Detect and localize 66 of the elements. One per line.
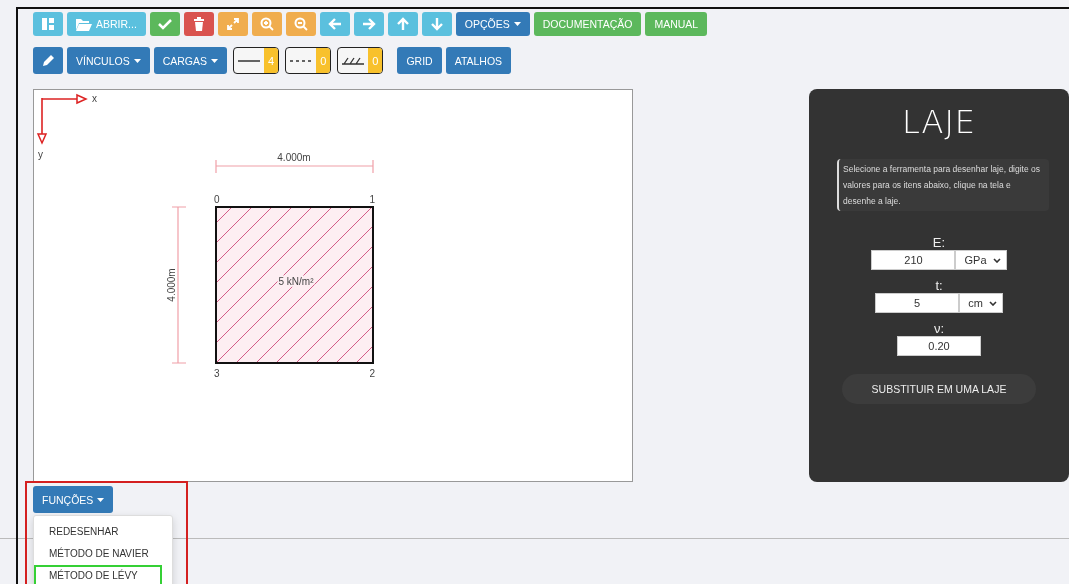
arrow-up-icon xyxy=(395,17,410,31)
expand-button[interactable] xyxy=(217,12,248,36)
dropdown-button[interactable]: CARGAS xyxy=(153,47,228,74)
arrow-left-button[interactable] xyxy=(319,12,350,36)
zoom-in-button[interactable] xyxy=(251,12,282,36)
node-label: 0 xyxy=(214,194,220,205)
arrow-down-button[interactable] xyxy=(421,12,452,36)
unit-select[interactable]: cm xyxy=(959,293,1003,313)
arrow-right-button[interactable] xyxy=(353,12,384,36)
dashed-line-icon xyxy=(290,59,313,62)
caret-icon xyxy=(211,58,219,63)
trash-button[interactable] xyxy=(183,12,214,36)
folder-icon xyxy=(76,17,92,31)
trash-icon xyxy=(191,17,206,31)
toolbar-button[interactable]: GRID xyxy=(397,47,442,74)
value-field[interactable]: 210 xyxy=(871,250,956,270)
count-badge: 0 xyxy=(316,48,331,73)
caret-icon xyxy=(97,497,105,502)
dimension-label: 4.000m xyxy=(277,152,311,163)
slab-drawing[interactable] xyxy=(215,206,374,364)
field-label: ν: xyxy=(933,321,945,336)
chevron-icon xyxy=(992,257,1001,263)
check-icon xyxy=(157,17,172,31)
zoom-out-button[interactable] xyxy=(285,12,316,36)
toolbar-button[interactable]: MANUAL xyxy=(645,12,708,36)
instruction-note: Selecione a ferramenta para desenhar laje, digite os valores para os itens abaixo, clique na tela e desenhe a laje. xyxy=(837,159,1049,211)
pencil-button[interactable] xyxy=(33,47,63,74)
x-axis-arrow xyxy=(41,93,88,105)
dimension-label: 4.000m xyxy=(166,268,177,302)
toolbar-button[interactable]: ATALHOS xyxy=(445,47,512,74)
pencil-icon xyxy=(41,53,55,68)
arrow-up-button[interactable] xyxy=(387,12,418,36)
caret-icon xyxy=(513,22,521,26)
dropdown-button[interactable]: VÍNCULOS xyxy=(67,47,150,74)
menu-item[interactable]: MÉTODO DE LÉVY xyxy=(34,565,162,584)
value-field[interactable]: 5 xyxy=(875,293,960,313)
zoom-out-icon xyxy=(293,17,308,31)
dropdown-button[interactable]: FUNÇÕES xyxy=(33,486,114,513)
node-label: 2 xyxy=(369,368,375,379)
check-button[interactable] xyxy=(149,12,180,36)
axis-label: x xyxy=(92,93,97,104)
field-label: t: xyxy=(935,278,943,293)
menu-item[interactable]: MÉTODO DE NAVIER xyxy=(34,543,172,564)
node-label: 3 xyxy=(214,368,220,379)
solid-line-icon xyxy=(238,59,261,62)
zoom-in-icon xyxy=(259,17,274,31)
replace-button[interactable]: SUBSTITUIR EM UMA LAJE xyxy=(841,374,1037,404)
arrow-down-icon xyxy=(429,17,444,31)
caret-icon xyxy=(133,58,141,63)
arrow-left-icon xyxy=(327,17,342,31)
toolbar-button[interactable]: DOCUMENTAÇÃO xyxy=(533,12,642,36)
unit-select[interactable]: GPa xyxy=(955,250,1007,270)
dropdown-button[interactable]: OPÇÕES xyxy=(455,12,530,36)
menu-item[interactable]: REDESENHAR xyxy=(34,521,172,542)
y-axis-arrow xyxy=(36,97,48,145)
expand-icon xyxy=(225,17,240,31)
arrow-right-icon xyxy=(361,17,376,31)
axis-label: y xyxy=(38,149,43,160)
field-label: E: xyxy=(932,235,946,250)
panel-title: LAJE xyxy=(901,103,977,141)
value-field[interactable]: 0.20 xyxy=(897,336,981,356)
chevron-icon xyxy=(988,300,997,306)
hatched-line-icon xyxy=(342,56,365,65)
count-badge: 4 xyxy=(264,48,279,73)
node-label: 1 xyxy=(369,194,375,205)
count-badge: 0 xyxy=(368,48,383,73)
